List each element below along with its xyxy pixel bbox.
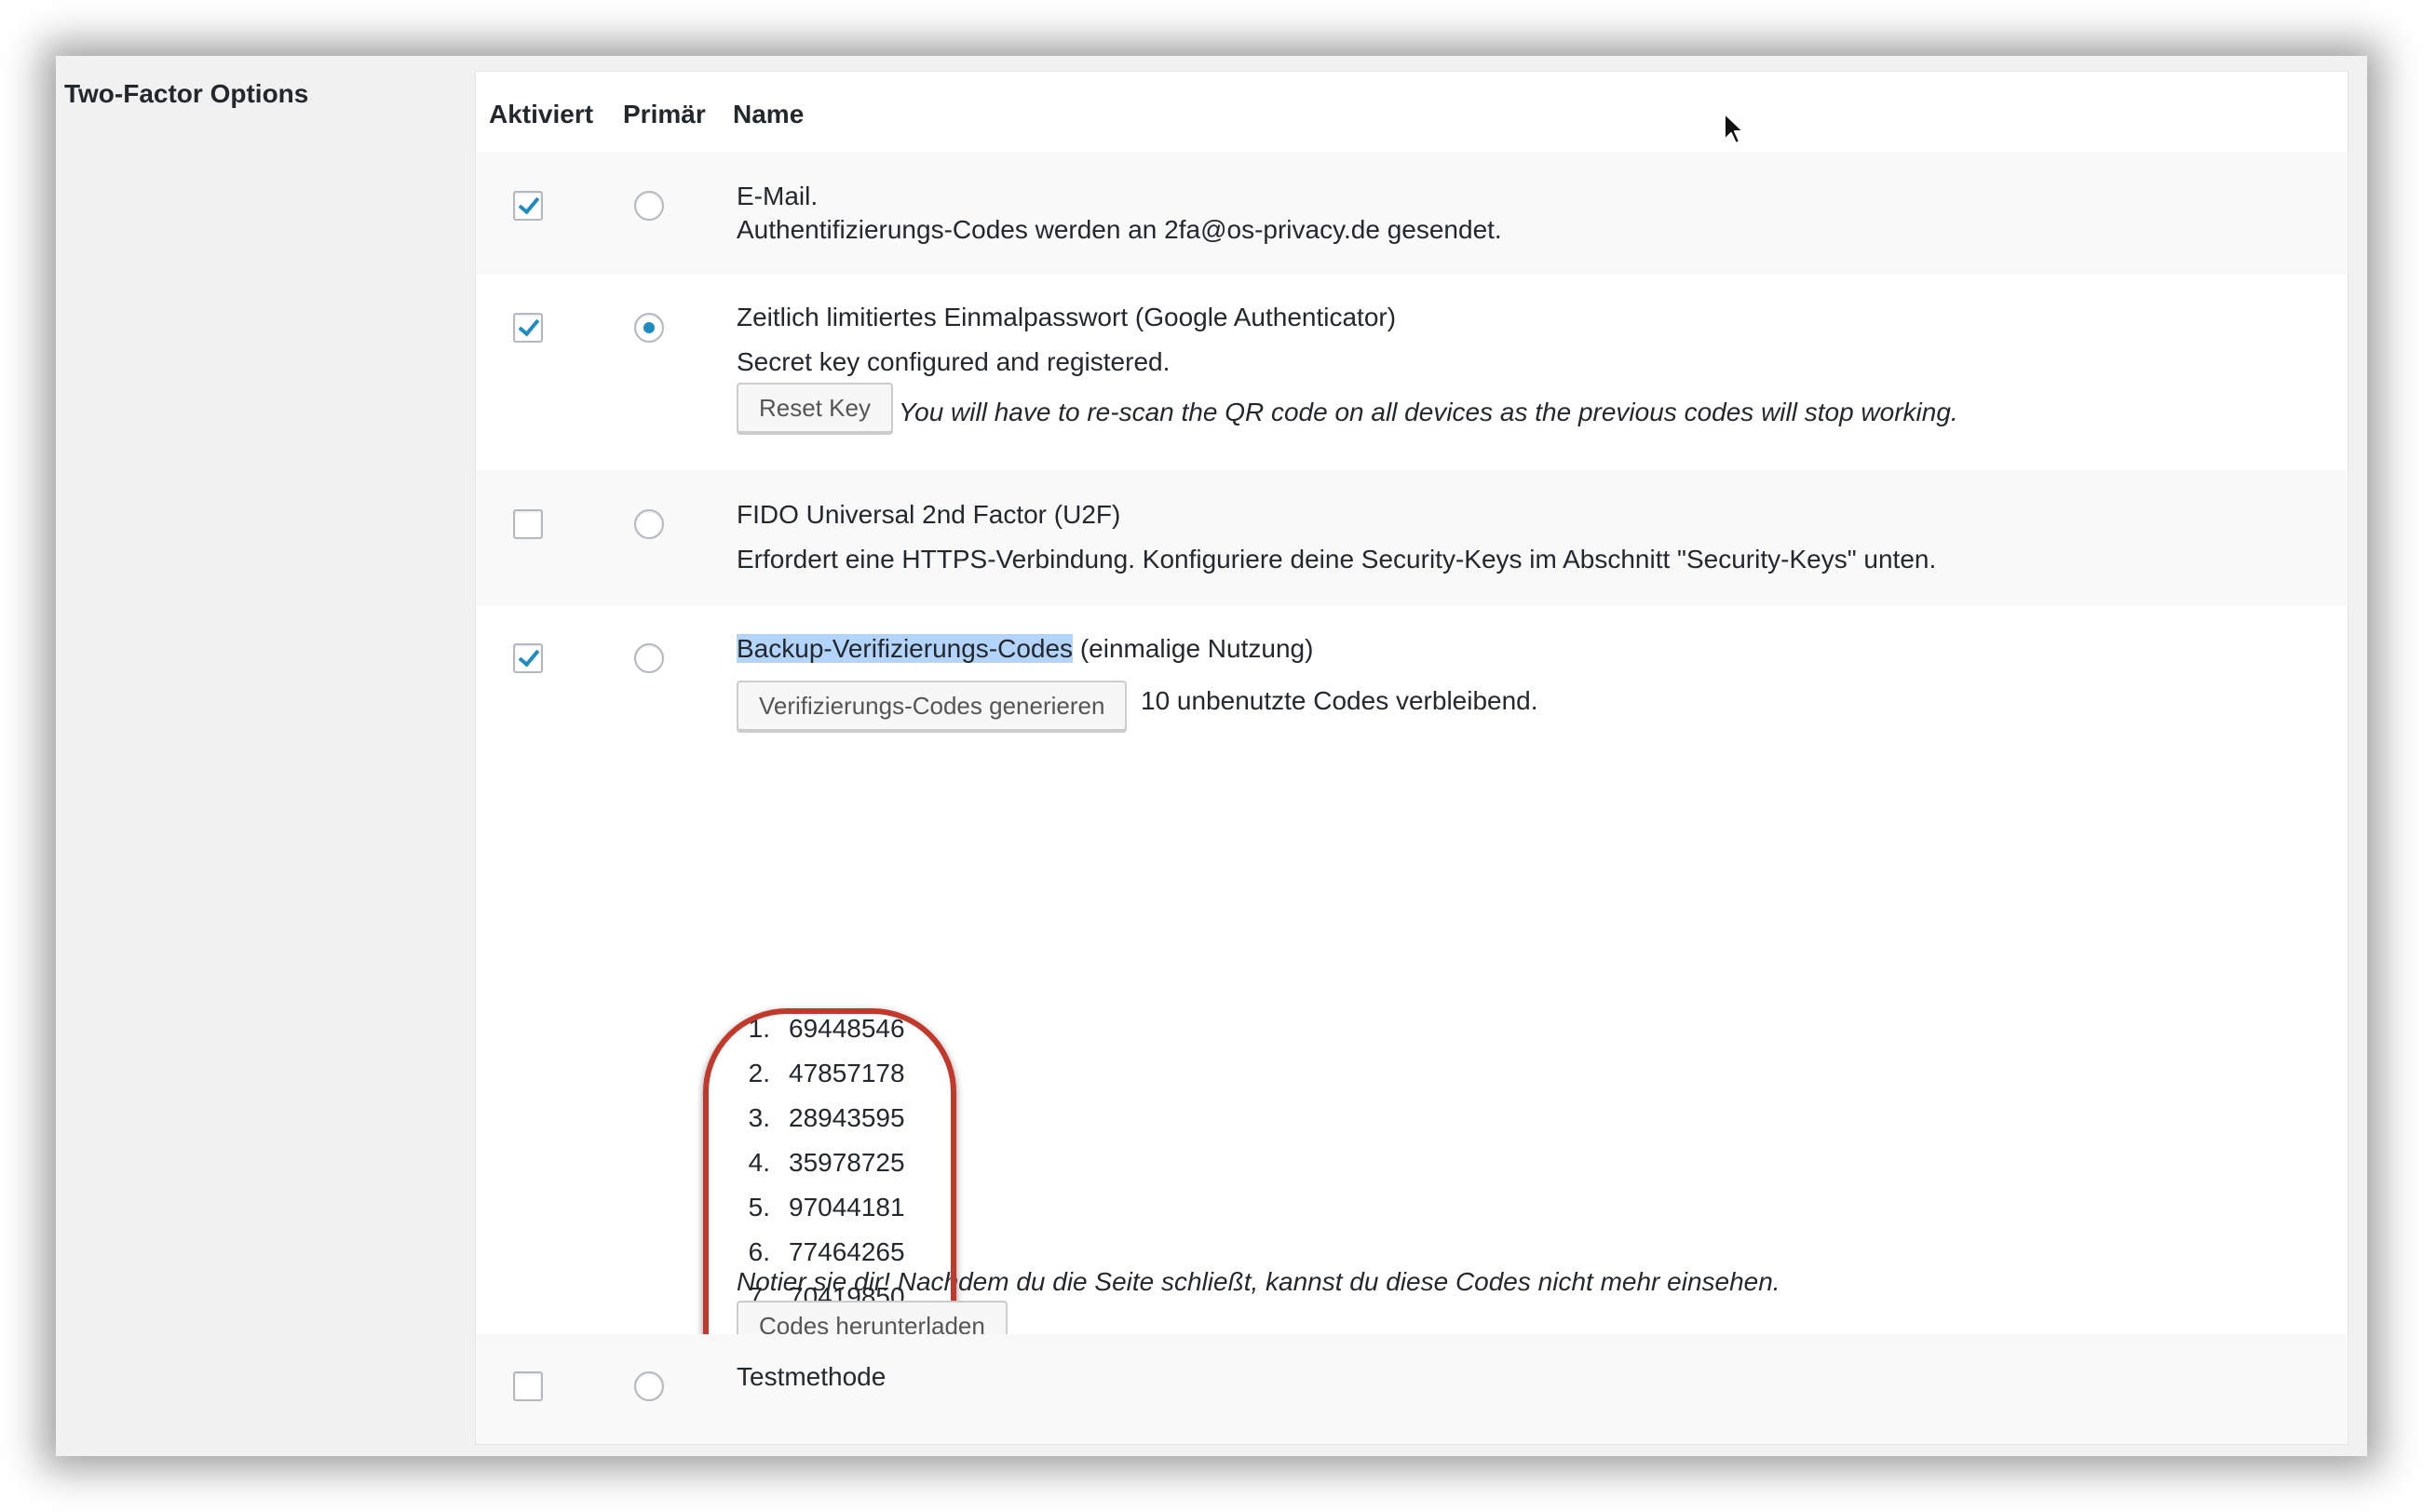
mouse-cursor-icon xyxy=(1724,113,1744,144)
generate-codes-button[interactable]: Verifizierungs-Codes generieren xyxy=(737,681,1128,731)
backup-title-rest: (einmalige Nutzung) xyxy=(1073,634,1314,663)
checkmark-icon xyxy=(518,644,540,668)
screenshot-frame: Two-Factor Options Aktiviert Primär Name… xyxy=(56,56,2367,1456)
radio-selected-dot xyxy=(643,322,655,333)
backup-title-selected: Backup-Verifizierungs-Codes xyxy=(737,634,1074,663)
u2f-enabled-checkbox[interactable] xyxy=(513,509,543,539)
reset-key-button[interactable]: Reset Key xyxy=(737,383,893,433)
u2f-description: Erfordert eine HTTPS-Verbindung. Konfigu… xyxy=(737,545,1937,574)
header-primary: Primär xyxy=(623,100,706,128)
checkmark-icon xyxy=(518,314,540,337)
header-name: Name xyxy=(733,100,805,128)
backup-title: Backup-Verifizierungs-Codes (einmalige N… xyxy=(737,634,1313,664)
header-enabled: Aktiviert xyxy=(489,100,594,128)
section-label: Two-Factor Options xyxy=(64,79,309,108)
provider-row-test: Testmethode xyxy=(476,1334,2348,1444)
provider-row-email: E-Mail. Authentifizierungs-Codes werden … xyxy=(476,152,2348,275)
test-title: Testmethode xyxy=(737,1362,887,1391)
test-enabled-checkbox[interactable] xyxy=(513,1371,543,1401)
reset-key-note: You will have to re-scan the QR code on … xyxy=(899,398,1958,426)
totp-status: Secret key configured and registered. xyxy=(737,347,1171,376)
email-description: Authentifizierungs-Codes werden an 2fa@o… xyxy=(737,215,1502,244)
test-primary-radio[interactable] xyxy=(634,1371,664,1401)
two-factor-table: Aktiviert Primär Name E-Mail. Authentifi… xyxy=(475,71,2349,1445)
email-enabled-checkbox[interactable] xyxy=(513,191,543,221)
checkmark-icon xyxy=(518,192,540,215)
remaining-codes-text: 10 unbenutzte Codes verbleibend. xyxy=(1141,686,1538,715)
u2f-title: FIDO Universal 2nd Factor (U2F) xyxy=(737,500,1121,529)
totp-title: Zeitlich limitiertes Einmalpasswort (Goo… xyxy=(737,303,1397,331)
email-primary-radio[interactable] xyxy=(634,191,664,221)
totp-enabled-checkbox[interactable] xyxy=(513,313,543,343)
provider-row-u2f: FIDO Universal 2nd Factor (U2F) Erforder… xyxy=(476,470,2348,606)
email-title: E-Mail. xyxy=(737,182,819,210)
table-header: Aktiviert Primär Name xyxy=(476,72,2348,152)
backup-primary-radio[interactable] xyxy=(634,643,664,673)
totp-primary-radio[interactable] xyxy=(634,313,664,343)
provider-row-totp: Zeitlich limitiertes Einmalpasswort (Goo… xyxy=(476,275,2348,470)
u2f-primary-radio[interactable] xyxy=(634,509,664,539)
backup-enabled-checkbox[interactable] xyxy=(513,643,543,673)
